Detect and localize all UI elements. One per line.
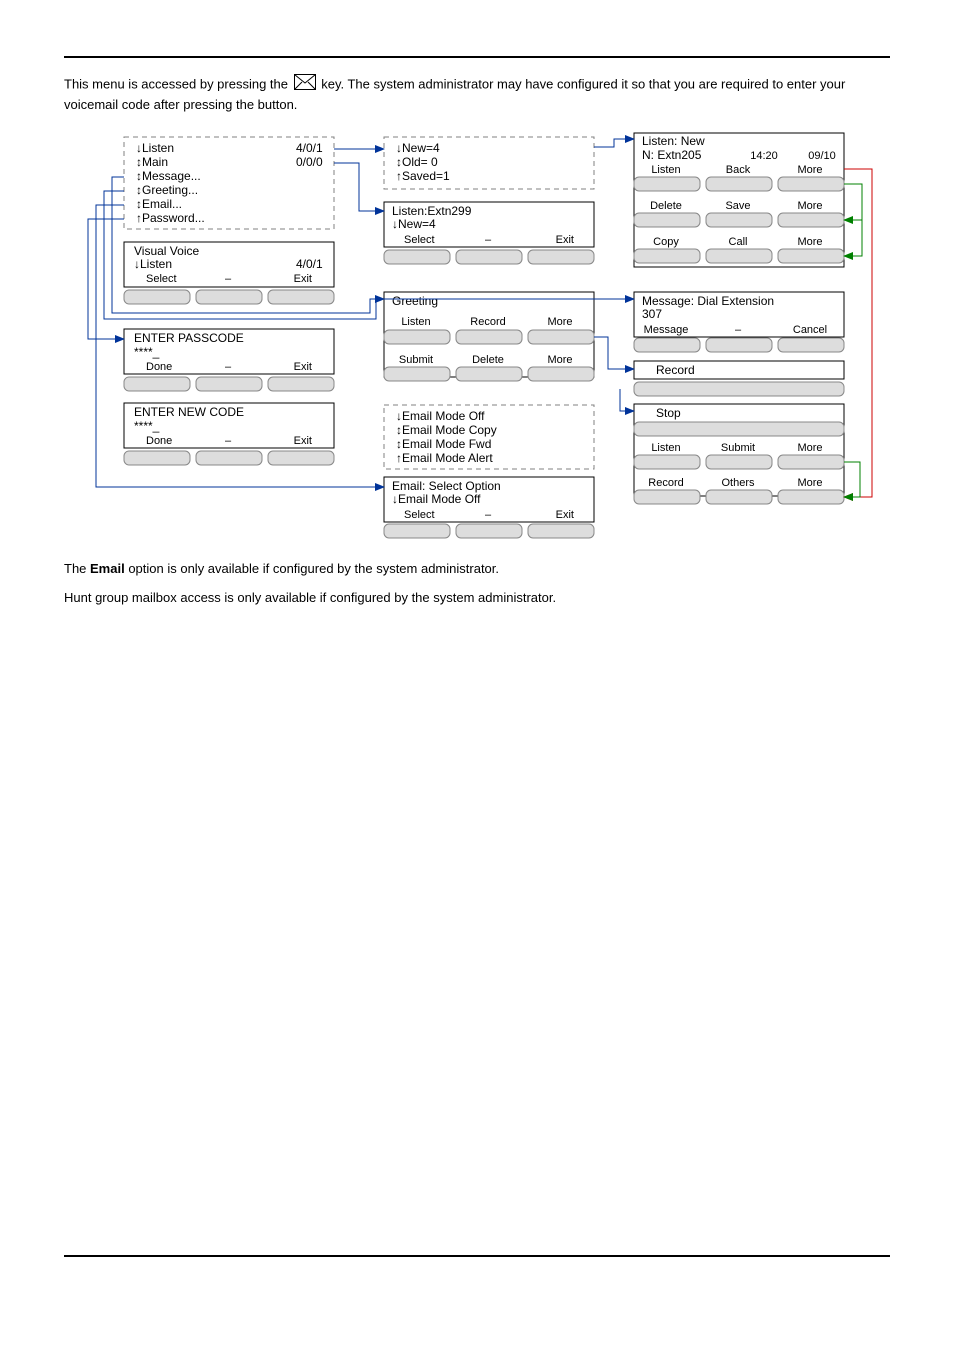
svg-text:Submit: Submit — [721, 442, 755, 454]
svg-text:Delete: Delete — [472, 354, 504, 366]
envelope-icon — [292, 74, 318, 96]
menu-diagram: ↓Listen 4/0/1 ↕Main 0/0/0 ↕Message... ↕Gre… — [64, 127, 890, 545]
svg-text:↕Message...: ↕Message... — [136, 169, 201, 183]
svg-text:–: – — [485, 234, 492, 246]
svg-text:Greeting: Greeting — [392, 294, 438, 308]
svg-text:↓Email Mode Off: ↓Email Mode Off — [392, 492, 481, 506]
svg-text:–: – — [485, 509, 492, 521]
svg-text:–: – — [225, 361, 232, 373]
svg-text:09/10: 09/10 — [808, 150, 836, 162]
svg-text:More: More — [797, 236, 822, 248]
svg-text:0/0/0: 0/0/0 — [296, 155, 323, 169]
svg-text:Select: Select — [146, 273, 177, 285]
svg-text:More: More — [797, 477, 822, 489]
svg-text:↕Main: ↕Main — [136, 155, 168, 169]
svg-text:Listen:Extn299: Listen:Extn299 — [392, 204, 472, 218]
svg-text:ENTER PASSCODE: ENTER PASSCODE — [134, 331, 244, 345]
svg-text:307: 307 — [642, 307, 662, 321]
svg-text:Exit: Exit — [556, 234, 574, 246]
svg-text:Copy: Copy — [653, 236, 679, 248]
svg-text:****_: ****_ — [134, 345, 160, 359]
svg-text:↓Listen: ↓Listen — [136, 141, 174, 155]
svg-text:↕Email Mode Copy: ↕Email Mode Copy — [396, 423, 497, 437]
svg-text:Record: Record — [656, 363, 695, 377]
svg-text:↓Listen: ↓Listen — [134, 257, 172, 271]
svg-text:↓New=4: ↓New=4 — [392, 217, 436, 231]
svg-text:–: – — [735, 324, 742, 336]
svg-text:Select: Select — [404, 509, 435, 521]
svg-text:Listen: Listen — [651, 164, 680, 176]
svg-text:Back: Back — [726, 164, 751, 176]
svg-text:↑Saved=1: ↑Saved=1 — [396, 169, 450, 183]
svg-text:–: – — [225, 273, 232, 285]
svg-text:4/0/1: 4/0/1 — [296, 257, 323, 271]
svg-text:Exit: Exit — [294, 435, 312, 447]
email-note: The Email option is only available if co… — [64, 561, 890, 576]
intro-before: This menu is accessed by pressing the — [64, 76, 292, 91]
svg-text:↕Greeting...: ↕Greeting... — [136, 183, 198, 197]
svg-text:Select: Select — [404, 234, 435, 246]
svg-text:Exit: Exit — [556, 509, 574, 521]
svg-text:4/0/1: 4/0/1 — [296, 141, 323, 155]
svg-text:↑Email Mode Alert: ↑Email Mode Alert — [396, 451, 493, 465]
svg-text:Done: Done — [146, 435, 172, 447]
svg-text:Delete: Delete — [650, 200, 682, 212]
svg-text:****_: ****_ — [134, 419, 160, 433]
intro-text: This menu is accessed by pressing the ke… — [64, 74, 890, 115]
svg-text:14:20: 14:20 — [750, 150, 778, 162]
svg-text:Record: Record — [470, 316, 505, 328]
svg-text:↕Email Mode Fwd: ↕Email Mode Fwd — [396, 437, 491, 451]
svg-text:Submit: Submit — [399, 354, 433, 366]
svg-text:Done: Done — [146, 361, 172, 373]
svg-text:Listen: New: Listen: New — [642, 134, 705, 148]
svg-text:↕Old= 0: ↕Old= 0 — [396, 155, 438, 169]
svg-text:Message: Message — [644, 324, 689, 336]
svg-text:More: More — [547, 316, 572, 328]
svg-text:Listen: Listen — [651, 442, 680, 454]
svg-text:ENTER NEW CODE: ENTER NEW CODE — [134, 405, 244, 419]
svg-text:–: – — [225, 435, 232, 447]
svg-text:Exit: Exit — [294, 361, 312, 373]
svg-text:↓New=4: ↓New=4 — [396, 141, 440, 155]
svg-text:Exit: Exit — [294, 273, 312, 285]
svg-text:Others: Others — [721, 477, 755, 489]
svg-text:Listen: Listen — [401, 316, 430, 328]
svg-text:Record: Record — [648, 477, 683, 489]
svg-text:Visual Voice: Visual Voice — [134, 244, 199, 258]
svg-text:↓Email Mode Off: ↓Email Mode Off — [396, 409, 485, 423]
svg-text:Email: Select Option: Email: Select Option — [392, 479, 501, 493]
huntgroup-note: Hunt group mailbox access is only availa… — [64, 590, 890, 605]
svg-text:More: More — [797, 200, 822, 212]
svg-text:More: More — [797, 442, 822, 454]
svg-text:Cancel: Cancel — [793, 324, 827, 336]
svg-text:N: Extn205: N: Extn205 — [642, 148, 702, 162]
svg-text:↑Password...: ↑Password... — [136, 211, 205, 225]
svg-text:Stop: Stop — [656, 406, 681, 420]
svg-text:Message: Dial Extension: Message: Dial Extension — [642, 294, 774, 308]
svg-text:Save: Save — [725, 200, 750, 212]
svg-text:↕Email...: ↕Email... — [136, 197, 182, 211]
svg-text:More: More — [547, 354, 572, 366]
svg-text:More: More — [797, 164, 822, 176]
svg-text:Call: Call — [729, 236, 748, 248]
